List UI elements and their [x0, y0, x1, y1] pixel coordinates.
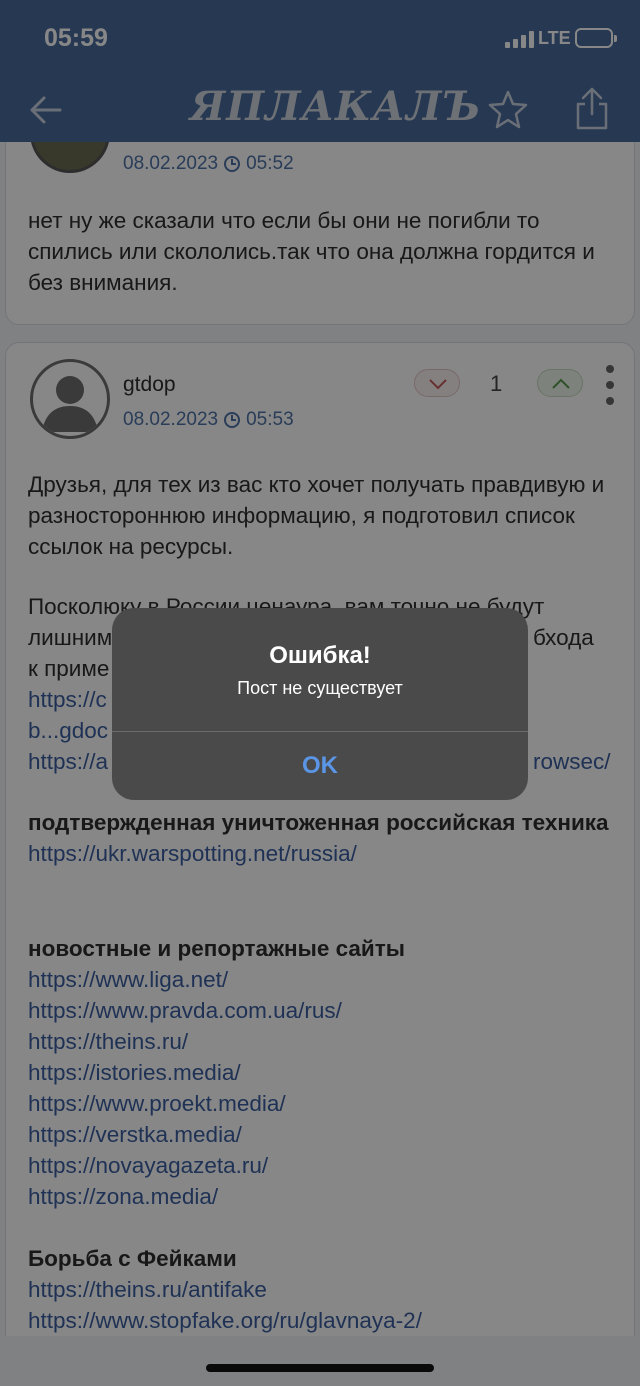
error-alert: Ошибка! Пост не существует OK: [112, 608, 528, 800]
ok-button[interactable]: OK: [112, 732, 528, 800]
alert-title: Ошибка!: [269, 642, 371, 669]
alert-message: Пост не существует: [237, 678, 403, 698]
home-indicator[interactable]: [206, 1364, 434, 1372]
